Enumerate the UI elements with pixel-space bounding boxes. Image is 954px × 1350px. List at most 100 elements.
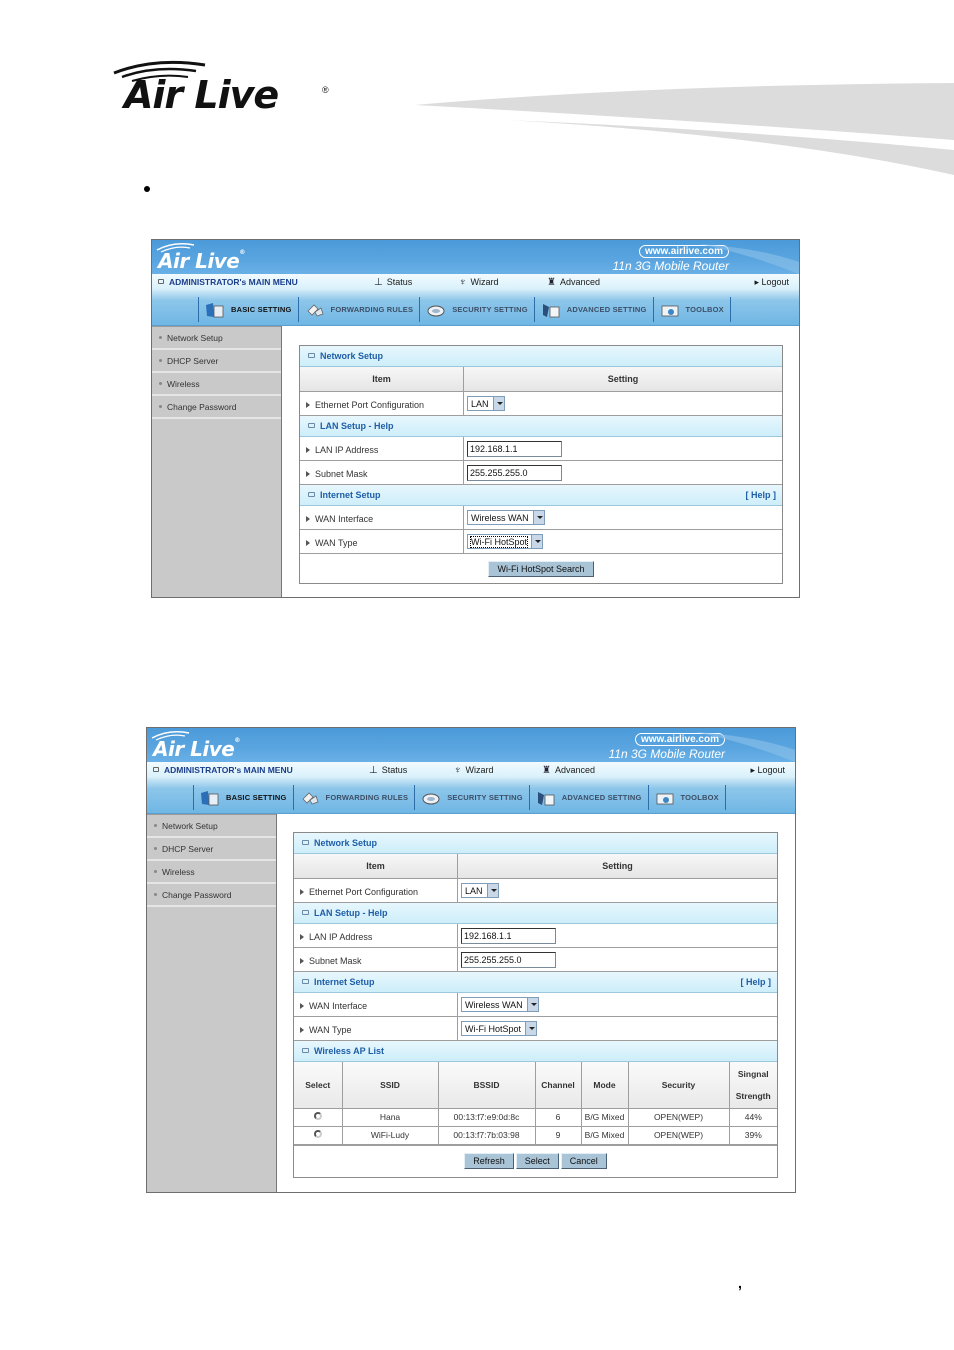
select-button[interactable]: Select: [515, 1153, 559, 1169]
section-lan-setup[interactable]: LAN Setup - Help: [300, 416, 782, 437]
row-ethernet-port: Ethernet Port Configuration LAN: [300, 392, 782, 416]
row-wan-type: WAN Type Wi-Fi HotSpot: [294, 1017, 777, 1041]
dot-icon: [159, 336, 162, 339]
sidebar-item-wireless[interactable]: Wireless: [152, 373, 281, 396]
decorative-swoosh-icon: [415, 83, 954, 175]
square-bullet-icon: [302, 910, 309, 915]
tab-basic-setting[interactable]: BASIC SETTING: [198, 297, 299, 322]
section-lan-setup[interactable]: LAN Setup - Help: [294, 903, 777, 924]
subnet-mask-input[interactable]: 255.255.255.0: [467, 464, 562, 481]
menu-advanced[interactable]: ♜ Advanced: [547, 274, 600, 291]
dot-icon: [154, 847, 157, 850]
ethernet-port-label: Ethernet Port Configuration: [309, 887, 419, 897]
wizard-icon: ♆: [454, 765, 462, 776]
forwarding-icon: [306, 303, 324, 316]
brand-logo-text: Air Live: [124, 73, 279, 117]
subnet-mask-input[interactable]: 255.255.255.0: [461, 951, 556, 968]
sidebar-item-change-password[interactable]: Change Password: [147, 884, 276, 907]
wan-interface-select[interactable]: Wireless WAN: [467, 510, 545, 525]
bssid-cell: 00:13:f7:e9:0d:8c: [437, 1107, 536, 1127]
folder-icon: [206, 302, 224, 317]
refresh-button[interactable]: Refresh: [464, 1153, 514, 1169]
arrow-right-icon: [300, 958, 304, 964]
router-screenshot-1: Air Live® www.airlive.com 11n 3G Mobile …: [151, 239, 800, 598]
column-mode: Mode: [580, 1062, 629, 1109]
button-row: Refresh Select Cancel: [294, 1144, 777, 1177]
dot-icon: [154, 893, 157, 896]
lan-ip-input[interactable]: 192.168.1.1: [467, 440, 562, 457]
router-header: Air Live® www.airlive.com 11n 3G Mobile …: [152, 240, 799, 274]
logout-link[interactable]: ▸ Logout: [750, 762, 785, 778]
sidebar-item-dhcp-server[interactable]: DHCP Server: [152, 350, 281, 373]
square-bullet-icon: [308, 353, 315, 358]
wan-type-select[interactable]: Wi-Fi HotSpot: [467, 534, 544, 549]
ssid-cell: WiFi-Ludy: [341, 1125, 439, 1145]
menu-advanced[interactable]: ♜ Advanced: [542, 762, 595, 779]
menu-status[interactable]: ⊥ Status: [374, 274, 412, 291]
section-internet-setup: Internet Setup[ Help ]: [294, 972, 777, 993]
select-radio[interactable]: [313, 1112, 322, 1120]
tab-basic-setting[interactable]: BASIC SETTING: [193, 785, 294, 810]
tab-advanced-setting[interactable]: ADVANCED SETTING: [530, 785, 649, 810]
cancel-button[interactable]: Cancel: [560, 1153, 607, 1169]
tab-toolbox[interactable]: TOOLBOX: [649, 785, 726, 810]
tab-advanced-setting[interactable]: ADVANCED SETTING: [535, 297, 654, 322]
wan-type-select[interactable]: Wi-Fi HotSpot: [461, 1021, 538, 1036]
sidebar-item-dhcp-server[interactable]: DHCP Server: [147, 838, 276, 861]
main-menu-title: ADMINISTRATOR's MAIN MENU: [153, 762, 293, 778]
column-security: Security: [627, 1062, 730, 1109]
sidebar-item-network-setup[interactable]: Network Setup: [147, 815, 276, 838]
ssid-cell: Hana: [341, 1107, 439, 1127]
column-item: Item: [294, 854, 458, 878]
wizard-icon: ♆: [459, 277, 467, 288]
sidebar-item-change-password[interactable]: Change Password: [152, 396, 281, 419]
signal-cell: 44%: [728, 1107, 777, 1127]
tab-forwarding-rules[interactable]: FORWARDING RULES: [299, 297, 421, 322]
stray-mark: ,: [738, 1275, 742, 1291]
sidebar-item-wireless[interactable]: Wireless: [147, 861, 276, 884]
menu-status[interactable]: ⊥ Status: [369, 762, 407, 779]
chevron-down-icon: [486, 884, 498, 897]
square-bullet-icon: [302, 1048, 309, 1053]
arrow-right-icon: [306, 540, 310, 546]
advanced-setting-icon: [537, 791, 555, 805]
table-row: WiFi-Ludy 00:13:f7:7b:03:98 9 B/G Mixed …: [294, 1125, 777, 1145]
tab-toolbox[interactable]: TOOLBOX: [654, 297, 731, 322]
help-link[interactable]: [ Help ]: [741, 972, 772, 992]
bullet-point: [144, 186, 150, 192]
channel-cell: 9: [534, 1125, 582, 1145]
signal-cell: 39%: [728, 1125, 777, 1145]
sidebar-item-network-setup[interactable]: Network Setup: [152, 327, 281, 350]
ethernet-port-select[interactable]: LAN: [461, 883, 499, 898]
forwarding-icon: [301, 791, 319, 804]
folder-icon: [201, 790, 219, 805]
chevron-down-icon: [531, 535, 543, 548]
column-bssid: BSSID: [437, 1062, 536, 1109]
arrow-right-icon: [306, 516, 310, 522]
menu-wizard[interactable]: ♆ Wizard: [454, 762, 494, 779]
chevron-down-icon: [525, 1022, 537, 1035]
arrow-right-icon: [300, 1003, 304, 1009]
tab-bar: BASIC SETTING FORWARDING RULES SECURITY …: [152, 290, 799, 326]
wifi-hotspot-search-button[interactable]: Wi-Fi HotSpot Search: [488, 560, 594, 577]
select-radio[interactable]: [313, 1130, 322, 1138]
menu-wizard[interactable]: ♆ Wizard: [459, 274, 499, 291]
tab-forwarding-rules[interactable]: FORWARDING RULES: [294, 785, 416, 810]
column-item: Item: [300, 367, 464, 391]
wan-interface-select[interactable]: Wireless WAN: [461, 997, 539, 1012]
settings-form: Network Setup Item Setting Ethernet Port…: [299, 345, 783, 584]
ethernet-port-select[interactable]: LAN: [467, 396, 505, 411]
wan-type-label: WAN Type: [309, 1025, 352, 1035]
help-link[interactable]: [ Help ]: [746, 485, 777, 505]
wan-interface-label: WAN Interface: [309, 1001, 368, 1011]
ap-list-table: Select SSID BSSID Channel Mode Security …: [294, 1062, 777, 1145]
lan-ip-input[interactable]: 192.168.1.1: [461, 927, 556, 944]
row-subnet-mask: Subnet Mask 255.255.255.0: [294, 948, 777, 972]
ap-table-header: Select SSID BSSID Channel Mode Security …: [294, 1062, 777, 1109]
logout-link[interactable]: ▸ Logout: [754, 274, 789, 290]
advanced-icon: ♜: [542, 765, 551, 776]
tab-security-setting[interactable]: SECURITY SETTING: [415, 785, 530, 810]
square-bullet-icon: [158, 279, 164, 284]
tab-security-setting[interactable]: SECURITY SETTING: [420, 297, 535, 322]
subnet-mask-label: Subnet Mask: [315, 469, 368, 479]
